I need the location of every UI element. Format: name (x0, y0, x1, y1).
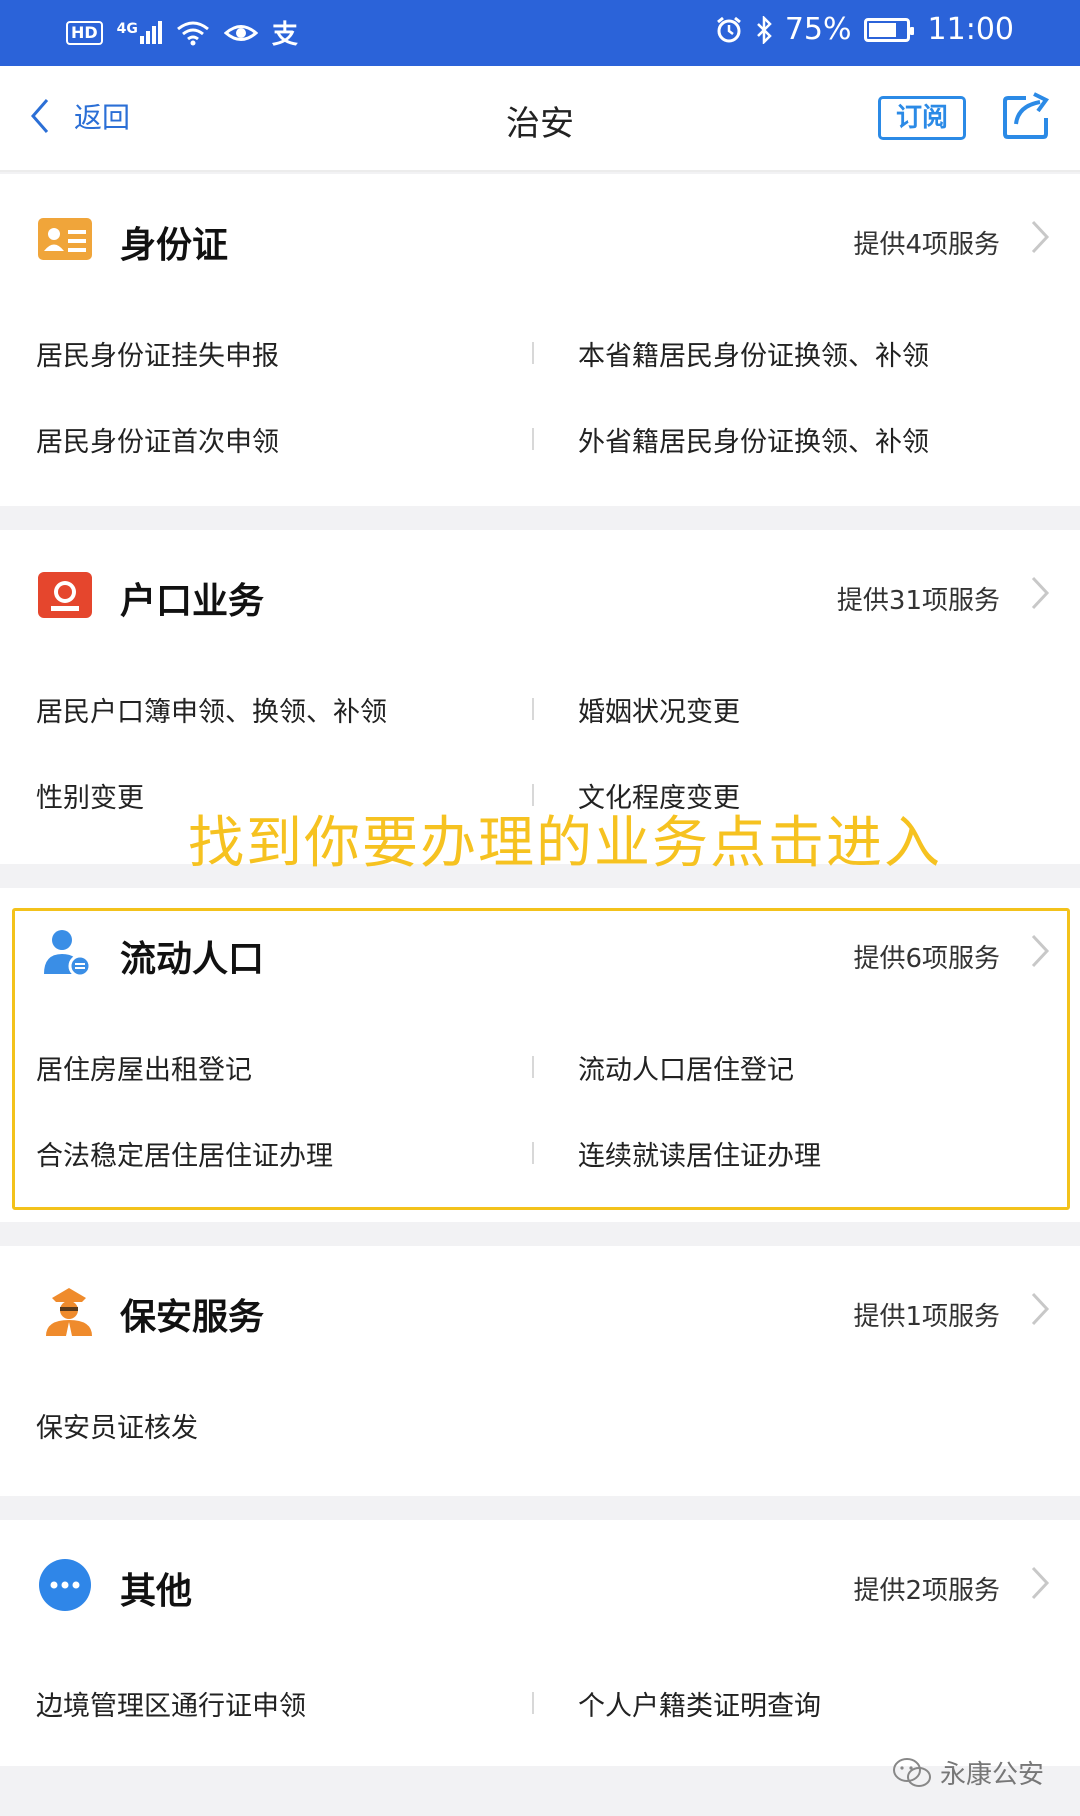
status-left-icons: HD 4G 支 (66, 14, 298, 51)
divider (532, 698, 534, 720)
service-count: 提供1项服务 (853, 1302, 1000, 1332)
instruction-overlay: 找到你要办理的业务点击进入 (188, 811, 942, 876)
status-bar: HD 4G 支 75% 11:00 (0, 0, 1080, 66)
divider (532, 428, 534, 450)
id-card-icon (38, 218, 92, 260)
alarm-icon (716, 16, 741, 42)
share-icon[interactable] (1002, 90, 1052, 140)
service-count: 提供31项服务 (836, 586, 1000, 616)
status-right-icons: 75% 11:00 (715, 12, 1014, 47)
chevron-right-icon (1031, 1292, 1050, 1326)
section-title: 保安服务 (120, 1297, 265, 1338)
hd-icon: HD (66, 20, 103, 45)
nav-bar: 返回 治安 订阅 (0, 66, 1080, 172)
watermark-text: 永康公安 (939, 1760, 1044, 1790)
signal-4g-icon: 4G (117, 21, 162, 44)
service-item[interactable]: 边境管理区通行证申领 (36, 1684, 306, 1723)
highlight-box (12, 908, 1070, 1210)
section-header[interactable]: 户口业务 提供31项服务 (0, 530, 1080, 650)
section-header[interactable]: 保安服务 提供1项服务 (0, 1246, 1080, 1366)
alipay-icon: 支 (271, 20, 298, 50)
clock: 11:00 (927, 12, 1014, 47)
section-id-card: 身份证 提供4项服务 居民身份证挂失申报 本省籍居民身份证换领、补领 居民身份证… (0, 174, 1080, 506)
service-item[interactable]: 性别变更 (36, 776, 144, 815)
service-count: 提供2项服务 (853, 1576, 1000, 1606)
watermark: 永康公安 (892, 1754, 1044, 1791)
service-item[interactable]: 居民身份证首次申领 (36, 420, 279, 459)
service-item[interactable]: 保安员证核发 (36, 1406, 198, 1445)
section-title: 户口业务 (120, 581, 265, 622)
chevron-right-icon (1031, 220, 1050, 254)
divider (532, 1692, 534, 1714)
service-count: 提供4项服务 (853, 230, 1000, 260)
service-item[interactable]: 外省籍居民身份证换领、补领 (578, 420, 929, 459)
section-other: 其他 提供2项服务 边境管理区通行证申领 个人户籍类证明查询 (0, 1520, 1080, 1766)
service-item[interactable]: 婚姻状况变更 (578, 690, 740, 729)
wifi-icon (176, 21, 209, 45)
household-register-icon (38, 572, 92, 618)
wechat-icon (892, 1757, 931, 1787)
chevron-right-icon (1031, 576, 1050, 610)
service-item[interactable]: 居民户口簿申领、换领、补领 (36, 690, 387, 729)
divider (532, 342, 534, 364)
service-item[interactable]: 本省籍居民身份证换领、补领 (578, 334, 929, 373)
service-item[interactable]: 居民身份证挂失申报 (36, 334, 279, 373)
chevron-right-icon (1031, 1566, 1050, 1600)
section-title: 其他 (120, 1571, 193, 1612)
eye-icon (223, 24, 258, 41)
battery-icon (863, 17, 914, 42)
section-security-service: 保安服务 提供1项服务 保安员证核发 (0, 1246, 1080, 1496)
bluetooth-icon (756, 15, 772, 44)
battery-percent: 75% (784, 12, 852, 47)
section-title: 身份证 (120, 225, 229, 266)
section-header[interactable]: 身份证 提供4项服务 (0, 174, 1080, 294)
service-item[interactable]: 个人户籍类证明查询 (578, 1684, 821, 1723)
more-icon (39, 1559, 91, 1611)
security-guard-icon (46, 1288, 92, 1336)
subscribe-button[interactable]: 订阅 (878, 96, 966, 140)
section-header[interactable]: 其他 提供2项服务 (0, 1520, 1080, 1640)
